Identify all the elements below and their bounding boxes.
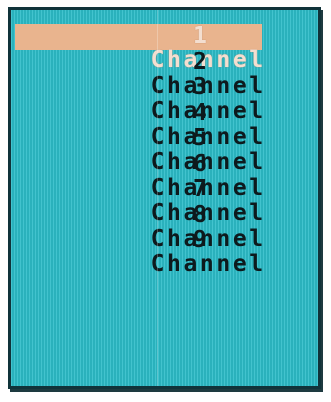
channel-list: Channel 1 Channel 2 Channel 3 Channel 4 Chan… xyxy=(15,23,264,276)
channel-item-4[interactable]: Channel 4 xyxy=(15,99,264,149)
channel-menu-panel: Channel 1 Channel 2 Channel 3 Channel 4 Chan… xyxy=(8,7,321,389)
channel-item-number: 3 xyxy=(193,74,210,100)
channel-item-number: 1 xyxy=(193,23,210,49)
channel-item-number: 9 xyxy=(193,227,210,253)
channel-item-3[interactable]: Channel 3 xyxy=(15,74,264,123)
channel-item-9[interactable]: Channel 9 xyxy=(15,227,264,276)
channel-item-number: 2 xyxy=(193,48,210,75)
channel-item-number: 8 xyxy=(193,201,210,228)
channel-item-number: 4 xyxy=(193,99,210,126)
channel-item-label: Channel xyxy=(150,251,266,277)
channel-item-8[interactable]: Channel 8 xyxy=(15,201,264,251)
channel-item-5[interactable]: Channel 5 xyxy=(15,125,264,174)
tv-screen: Channel 1 Channel 2 Channel 3 Channel 4 Chan… xyxy=(0,0,331,402)
channel-item-2[interactable]: Channel 2 xyxy=(15,48,264,98)
channel-item-number: 5 xyxy=(193,125,210,151)
channel-item-number: 7 xyxy=(193,176,210,202)
channel-item-6[interactable]: Channel 6 xyxy=(15,150,264,200)
channel-item-7[interactable]: Channel 7 xyxy=(15,176,264,225)
channel-item-number: 6 xyxy=(193,150,210,177)
channel-item-1[interactable]: Channel 1 xyxy=(15,23,263,72)
